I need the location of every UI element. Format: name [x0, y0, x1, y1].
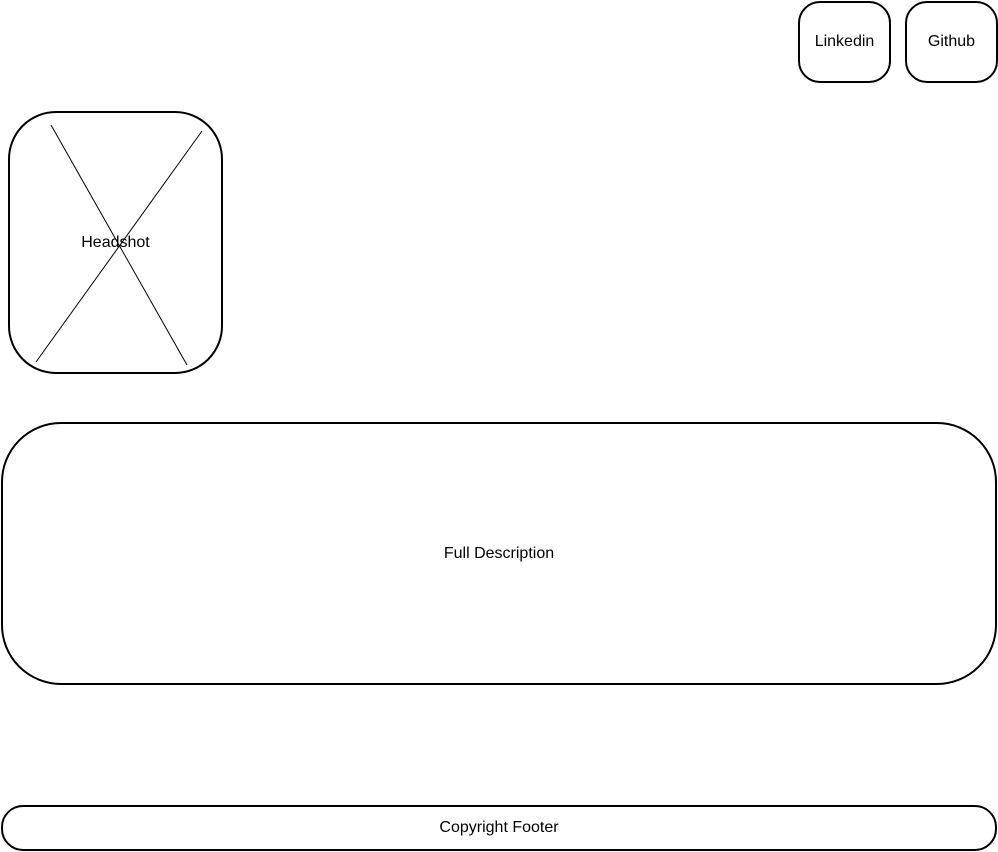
full-description-section: Full Description: [1, 422, 997, 685]
copyright-footer-label: Copyright Footer: [439, 819, 559, 836]
copyright-footer: Copyright Footer: [1, 805, 997, 851]
github-button[interactable]: Github: [905, 1, 998, 83]
full-description-label: Full Description: [443, 544, 555, 562]
headshot-label: Headshot: [81, 233, 150, 251]
github-label: Github: [927, 33, 976, 50]
headshot-placeholder: Headshot: [8, 111, 223, 374]
linkedin-label: Linkedin: [814, 33, 875, 50]
linkedin-button[interactable]: Linkedin: [798, 1, 891, 83]
